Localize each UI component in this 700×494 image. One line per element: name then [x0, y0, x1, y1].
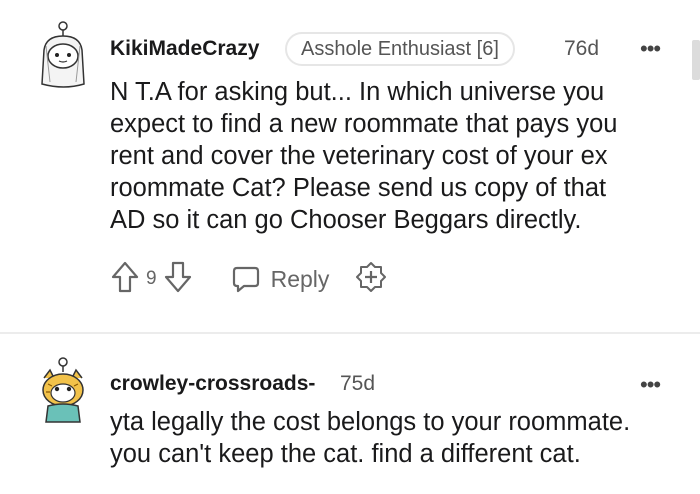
comment-actions: 9 Reply — [110, 259, 387, 299]
more-options-icon[interactable]: ••• — [640, 374, 661, 396]
comment-body: N T.A for asking but... In which univers… — [110, 78, 618, 234]
comment-age: 76d — [564, 37, 600, 60]
avatar[interactable] — [34, 20, 92, 90]
comment-body: yta legally the cost belongs to your roo… — [110, 408, 631, 468]
username[interactable]: crowley-crossroads- — [110, 372, 315, 396]
comment-divider — [0, 332, 700, 334]
comment-age: 75d — [340, 372, 376, 395]
snoo-avatar-icon — [41, 21, 85, 88]
downvote-icon[interactable] — [163, 260, 193, 299]
comment: crowley-crossroads- 75d ••• yta legally … — [0, 340, 700, 494]
vote-count: 9 — [146, 268, 157, 289]
username[interactable]: KikiMadeCrazy — [110, 37, 259, 61]
reply-bubble-icon — [232, 266, 259, 293]
avatar[interactable] — [36, 356, 94, 426]
award-plus-icon[interactable] — [355, 261, 387, 298]
upvote-icon[interactable] — [110, 260, 140, 299]
reply-button[interactable]: Reply — [231, 264, 330, 294]
user-flair: Asshole Enthusiast [6] — [285, 32, 515, 66]
reply-label: Reply — [270, 265, 330, 292]
more-options-icon[interactable]: ••• — [640, 38, 661, 60]
snoo-avatar-icon — [42, 357, 84, 423]
comment: KikiMadeCrazy Asshole Enthusiast [6] 76d… — [0, 0, 700, 332]
